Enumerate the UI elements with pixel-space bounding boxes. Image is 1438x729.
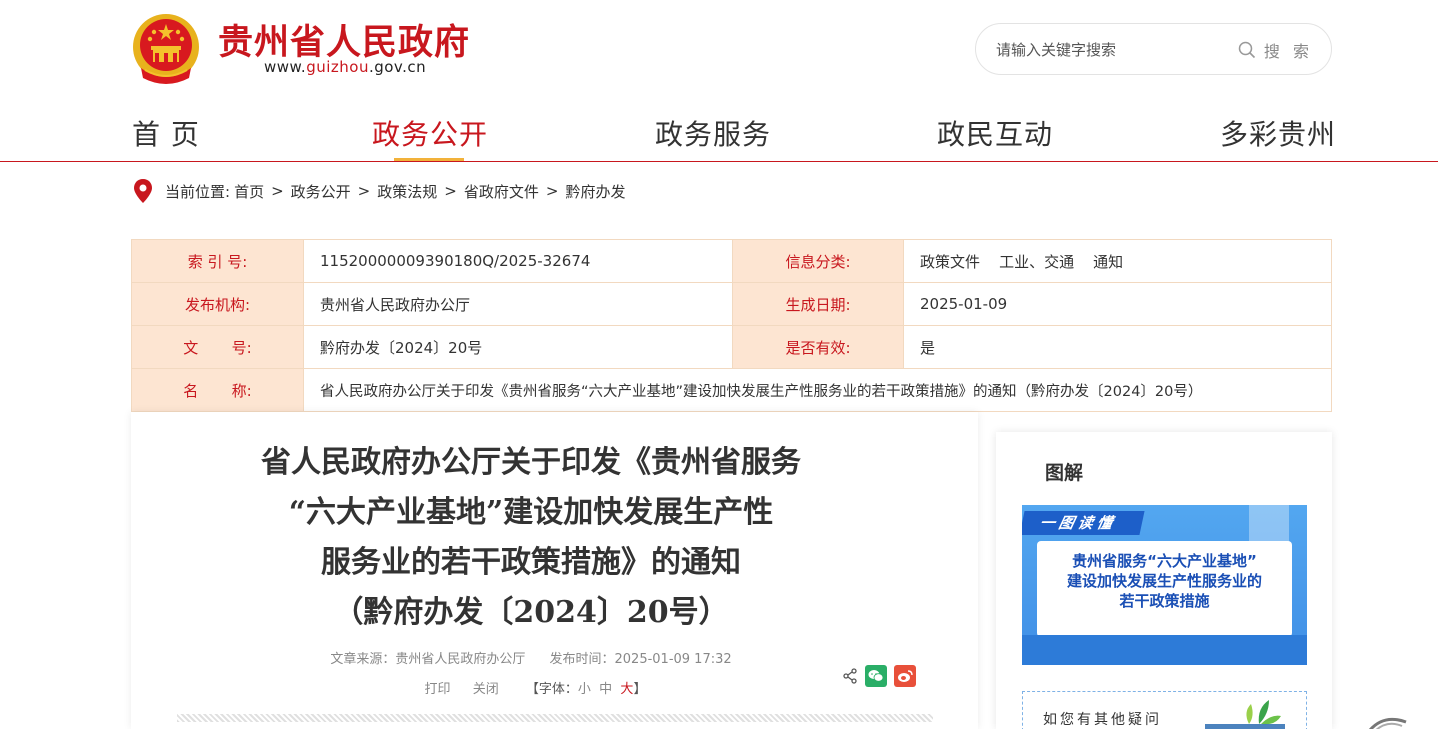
banner-base <box>1022 635 1307 665</box>
wechat-share-button[interactable] <box>865 665 887 687</box>
name-label: 名 称: <box>131 368 304 412</box>
share-icon[interactable] <box>842 668 858 684</box>
infographic-line: 建设加快发展生产性服务业的 <box>1066 572 1262 590</box>
article-title: 省人民政府办公厅关于印发《贵州省服务 “六大产业基地”建设加快发展生产性 服务业… <box>131 438 931 638</box>
main-nav: 首 页 政务公开 政务服务 政民互动 多彩贵州 <box>131 113 1336 161</box>
breadcrumb-current[interactable]: 黔府办发 <box>565 181 625 202</box>
print-button[interactable]: 打印 <box>425 682 451 697</box>
breadcrumb-provincial-docs[interactable]: 省政府文件 <box>464 181 539 202</box>
breadcrumb-separator: > <box>444 182 457 200</box>
valid-label: 是否有效: <box>732 325 904 369</box>
docno-value: 黔府办发〔2024〕20号 <box>303 325 733 369</box>
font-big-button[interactable]: 大 <box>620 682 633 697</box>
share-bar <box>842 665 916 687</box>
url-prefix: www. <box>264 58 307 76</box>
date-value: 2025-01-09 <box>903 282 1332 326</box>
search-label: 搜 索 <box>1263 42 1313 61</box>
table-row: 发布机构: 贵州省人民政府办公厅 生成日期: 2025-01-09 <box>131 282 1332 326</box>
infographic-banner[interactable]: 一图读懂 贵州省服务“六大产业基地” 建设加快发展生产性服务业的 若干政策措施 <box>1022 505 1307 665</box>
qa-text: 如您有其他疑问 <box>1043 712 1162 728</box>
article-title-line: （黔府办发〔2024〕20号） <box>333 595 729 630</box>
name-value: 省人民政府办公厅关于印发《贵州省服务“六大产业基地”建设加快发展生产性服务业的若… <box>303 368 1332 412</box>
national-emblem-icon[interactable] <box>131 12 201 86</box>
infographic-text: 贵州省服务“六大产业基地” 建设加快发展生产性服务业的 若干政策措施 <box>1037 551 1292 611</box>
breadcrumb-home[interactable]: 首页 <box>234 181 264 202</box>
infographic-line: 贵州省服务“六大产业基地” <box>1072 552 1257 570</box>
nav-item-gov-affairs[interactable]: 政务公开 <box>372 113 488 153</box>
nav-divider <box>0 161 1438 162</box>
breadcrumb: 当前位置: 首页 > 政务公开 > 政策法规 > 省政府文件 > 黔府办发 <box>133 178 625 204</box>
sidebar-panel: 图解 一图读懂 贵州省服务“六大产业基地” 建设加快发展生产性服务业的 若干政策… <box>996 432 1332 729</box>
building-graphic <box>1249 505 1289 545</box>
location-pin-icon <box>134 179 152 203</box>
search-button[interactable]: 搜 索 <box>1238 37 1313 63</box>
article-panel: 省人民政府办公厅关于印发《贵州省服务 “六大产业基地”建设加快发展生产性 服务业… <box>131 412 978 729</box>
category-label: 信息分类: <box>732 239 904 283</box>
nav-item-home[interactable]: 首 页 <box>132 113 200 153</box>
table-row: 名 称: 省人民政府办公厅关于印发《贵州省服务“六大产业基地”建设加快发展生产性… <box>131 368 1332 412</box>
site-url[interactable]: www.guizhou.gov.cn <box>264 58 426 76</box>
url-brand: guizhou <box>306 58 369 76</box>
close-button[interactable]: 关闭 <box>473 682 499 697</box>
article-publish-time: 发布时间：2025-01-09 17:32 <box>549 652 732 667</box>
publisher-value: 贵州省人民政府办公厅 <box>303 282 733 326</box>
article-divider <box>177 714 933 722</box>
breadcrumb-separator: > <box>271 182 284 200</box>
index-label: 索 引 号: <box>131 239 304 283</box>
table-row: 索 引 号: 11520000009390180Q/2025-32674 信息分… <box>131 239 1332 283</box>
site-header: 贵州省人民政府 www.guizhou.gov.cn 搜 索 首 页 政务公开 … <box>0 0 1438 162</box>
url-suffix: .gov.cn <box>368 58 427 76</box>
weibo-share-button[interactable] <box>894 665 916 687</box>
search-input[interactable] <box>996 38 1236 62</box>
table-row: 文 号: 黔府办发〔2024〕20号 是否有效: 是 <box>131 325 1332 369</box>
docno-label: 文 号: <box>131 325 304 369</box>
nav-item-interaction[interactable]: 政民互动 <box>937 113 1053 153</box>
infographic-line: 若干政策措施 <box>1119 592 1210 610</box>
font-size-suffix: 】 <box>633 682 647 697</box>
article-meta: 文章来源：贵州省人民政府办公厅 发布时间：2025-01-09 17:32 <box>131 648 931 667</box>
date-label: 生成日期: <box>732 282 904 326</box>
article-title-line: 服务业的若干政策措施》的通知 <box>321 545 741 580</box>
breadcrumb-prefix: 当前位置: <box>165 182 231 201</box>
article-source: 文章来源：贵州省人民政府办公厅 <box>330 652 526 667</box>
font-small-button[interactable]: 小 <box>578 682 591 697</box>
article-title-line: “六大产业基地”建设加快发展生产性 <box>288 495 774 530</box>
qa-box[interactable]: 如您有其他疑问 <box>1022 691 1307 729</box>
index-value: 11520000009390180Q/2025-32674 <box>303 239 733 283</box>
article-title-line: 省人民政府办公厅关于印发《贵州省服务 <box>261 445 801 480</box>
sidebar-title: 图解 <box>1045 462 1084 484</box>
search-icon <box>1238 41 1255 59</box>
search-box: 搜 索 <box>975 23 1332 75</box>
valid-value: 是 <box>903 325 1332 369</box>
weibo-icon <box>898 670 913 682</box>
breadcrumb-separator: > <box>357 182 371 200</box>
font-mid-button[interactable]: 中 <box>599 682 612 697</box>
publisher-label: 发布机构: <box>131 282 304 326</box>
breadcrumb-gov-affairs[interactable]: 政务公开 <box>291 181 351 202</box>
breadcrumb-separator: > <box>545 182 559 200</box>
wechat-icon <box>868 670 884 682</box>
decorative-feather-icon <box>1368 717 1407 729</box>
font-size-prefix: 【字体： <box>525 682 578 697</box>
breadcrumb-policy[interactable]: 政策法规 <box>377 181 437 202</box>
nav-item-colorful-guizhou[interactable]: 多彩贵州 <box>1220 113 1336 153</box>
category-value: 政策文件 工业、交通 通知 <box>903 239 1332 283</box>
nav-item-gov-services[interactable]: 政务服务 <box>655 113 771 153</box>
leaf-logo-icon <box>1205 700 1285 729</box>
infographic-tag: 一图读懂 <box>1022 511 1145 535</box>
document-info-table: 索 引 号: 11520000009390180Q/2025-32674 信息分… <box>131 239 1332 412</box>
article-tools: 打印 关闭 【字体：小 中 大】 <box>131 678 931 697</box>
